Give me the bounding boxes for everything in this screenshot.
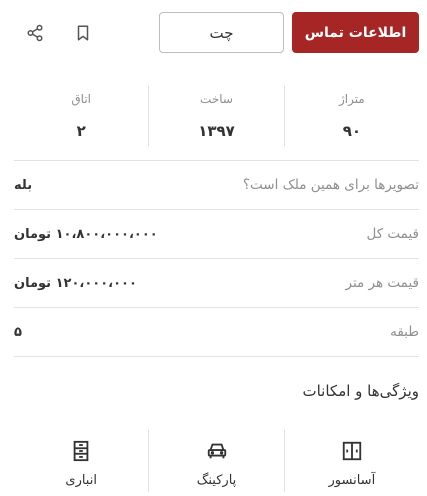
features-title: ویژگی‌ها و امکانات xyxy=(302,382,419,400)
stat-value: ۲ xyxy=(76,122,86,140)
feature-label: پارکینگ xyxy=(196,473,237,488)
contact-info-button[interactable]: اطلاعات تماس xyxy=(292,12,419,53)
stat-value: ۱۳۹۷ xyxy=(198,122,235,140)
features-list: آسانسور پارکینگ انباری xyxy=(14,430,419,492)
stat-label: متراژ xyxy=(338,92,365,106)
stat-built-year: ساخت ۱۳۹۷ xyxy=(149,86,285,146)
feature-parking: پارکینگ xyxy=(149,430,285,492)
feature-storage: انباری xyxy=(14,430,150,492)
share-icon xyxy=(27,24,43,42)
car-icon xyxy=(207,443,226,459)
detail-row-photos: تصویرها برای همین ملک است؟ بله xyxy=(14,160,419,209)
detail-value: بله xyxy=(14,177,33,193)
chat-button[interactable]: چت xyxy=(159,12,284,53)
detail-row-total-price: قیمت کل ۱۰،۸۰۰،۰۰۰،۰۰۰ تومان xyxy=(14,209,419,258)
detail-label: قیمت کل xyxy=(366,226,419,242)
bookmark-button[interactable] xyxy=(72,22,94,44)
storage-icon xyxy=(73,440,89,462)
detail-value: ۱۲۰،۰۰۰،۰۰۰ تومان xyxy=(14,275,137,291)
action-bar: اطلاعات تماس چت xyxy=(0,0,427,64)
detail-value: ۱۰،۸۰۰،۰۰۰،۰۰۰ تومان xyxy=(14,226,158,242)
feature-label: انباری xyxy=(65,473,97,488)
detail-label: طبقه xyxy=(390,324,419,340)
stat-rooms: اتاق ۲ xyxy=(14,86,150,146)
detail-value: ۵ xyxy=(14,324,22,340)
stat-area: متراژ ۹۰ xyxy=(285,86,419,146)
stat-label: اتاق xyxy=(71,92,91,106)
property-stats: متراژ ۹۰ ساخت ۱۳۹۷ اتاق ۲ xyxy=(14,86,419,146)
detail-row-price-per-meter: قیمت هر متر ۱۲۰،۰۰۰،۰۰۰ تومان xyxy=(14,258,419,307)
bookmark-icon xyxy=(77,25,89,41)
feature-label: آسانسور xyxy=(328,473,376,488)
detail-row-floor: طبقه ۵ xyxy=(14,307,419,357)
stat-label: ساخت xyxy=(200,92,233,106)
detail-label: قیمت هر متر xyxy=(345,275,420,291)
feature-elevator: آسانسور xyxy=(285,430,419,492)
detail-label: تصویرها برای همین ملک است؟ xyxy=(242,177,419,193)
stat-value: ۹۰ xyxy=(342,122,361,140)
elevator-icon xyxy=(342,441,362,461)
share-button[interactable] xyxy=(24,22,46,44)
